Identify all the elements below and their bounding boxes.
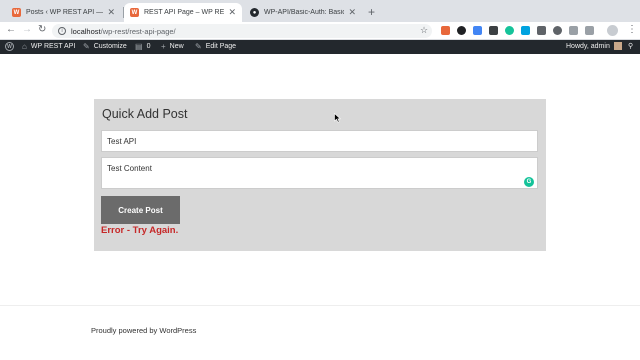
extension-mail-icon[interactable] [489, 26, 498, 35]
tab-title: Posts ‹ WP REST API — WordPress [26, 9, 104, 16]
tab-basic-auth[interactable]: ● WP-API/Basic-Auth: Basic Auth ✕ [244, 3, 362, 22]
account-link[interactable]: Howdy, admin [566, 42, 622, 50]
github-icon: ● [250, 8, 259, 17]
grammarly-icon[interactable]: G [524, 177, 534, 187]
pencil-icon: ✎ [195, 42, 202, 51]
edit-page-label: Edit Page [205, 43, 237, 50]
site-name: WP REST API [30, 43, 76, 50]
extension-blue-icon[interactable] [473, 26, 482, 35]
brush-icon: ✎ [83, 42, 90, 51]
wp-admin-bar: W ⌂ WP REST API ✎ Customize ▤ 0 + New ✎ … [0, 40, 640, 54]
tab-posts[interactable]: W Posts ‹ WP REST API — WordPress ✕ [6, 3, 121, 22]
new-content-link[interactable]: + New [161, 42, 184, 51]
extension-settings-icon[interactable] [585, 26, 594, 35]
address-bar[interactable]: i localhost/wp-rest/rest-api-page/ [52, 24, 432, 38]
tab-rest-api-page[interactable]: W REST API Page – WP REST API ✕ [124, 3, 242, 22]
post-title-input[interactable] [101, 130, 538, 152]
edit-page-link[interactable]: ✎ Edit Page [195, 42, 236, 51]
extension-globe-icon[interactable] [553, 26, 562, 35]
form-title: Quick Add Post [102, 107, 188, 121]
close-icon[interactable]: ✕ [348, 7, 356, 18]
comment-icon: ▤ [135, 42, 143, 51]
extension-iq-icon[interactable] [521, 26, 530, 35]
quick-add-post-form: Quick Add Post Test Content G Create Pos… [94, 99, 546, 251]
url-host: localhost [71, 26, 101, 36]
search-icon[interactable]: ⚲ [628, 42, 633, 50]
home-icon: ⌂ [22, 42, 27, 51]
reload-icon[interactable]: ↻ [38, 24, 46, 35]
greeting: Howdy, admin [566, 42, 610, 50]
plus-icon: + [161, 42, 166, 51]
footer-credit[interactable]: Proudly powered by WordPress [91, 326, 196, 335]
wordpress-icon: W [12, 8, 21, 17]
new-tab-icon[interactable]: + [368, 5, 375, 19]
browser-tab-strip: W Posts ‹ WP REST API — WordPress ✕ W RE… [0, 0, 640, 22]
close-icon[interactable]: ✕ [107, 7, 115, 18]
url-path: /wp-rest/rest-api-page/ [100, 26, 176, 36]
extension-circle-icon[interactable] [457, 26, 466, 35]
wordpress-logo-icon[interactable]: W [5, 42, 14, 51]
profile-avatar-icon[interactable] [607, 25, 618, 36]
extension-code-icon[interactable] [569, 26, 578, 35]
customize-label: Customize [93, 43, 127, 50]
extension-grammarly-icon[interactable] [505, 26, 514, 35]
wordpress-icon: W [130, 8, 139, 17]
avatar [613, 42, 622, 50]
tab-title: WP-API/Basic-Auth: Basic Auth [264, 9, 345, 16]
bookmark-star-icon[interactable]: ☆ [420, 25, 428, 36]
tab-title: REST API Page – WP REST API [144, 9, 225, 16]
extension-wordpress-icon[interactable] [441, 26, 450, 35]
footer-divider [0, 305, 640, 306]
forward-icon[interactable]: → [22, 24, 32, 35]
comments-link[interactable]: ▤ 0 [135, 42, 150, 51]
create-post-button[interactable]: Create Post [101, 196, 180, 224]
mouse-cursor-icon [334, 113, 341, 123]
back-icon[interactable]: ← [6, 24, 16, 35]
customize-link[interactable]: ✎ Customize [83, 42, 127, 51]
browser-toolbar: ← → ↻ i localhost/wp-rest/rest-api-page/… [0, 22, 640, 40]
error-message: Error - Try Again. [101, 225, 179, 236]
extension-copy-icon[interactable] [537, 26, 546, 35]
menu-kebab-icon[interactable]: ⋮ [627, 24, 637, 35]
info-icon[interactable]: i [58, 27, 66, 35]
close-icon[interactable]: ✕ [228, 7, 236, 18]
site-name-link[interactable]: ⌂ WP REST API [22, 42, 75, 51]
new-label: New [169, 43, 184, 50]
post-content-textarea[interactable]: Test Content [101, 157, 538, 189]
comments-count: 0 [146, 43, 151, 50]
